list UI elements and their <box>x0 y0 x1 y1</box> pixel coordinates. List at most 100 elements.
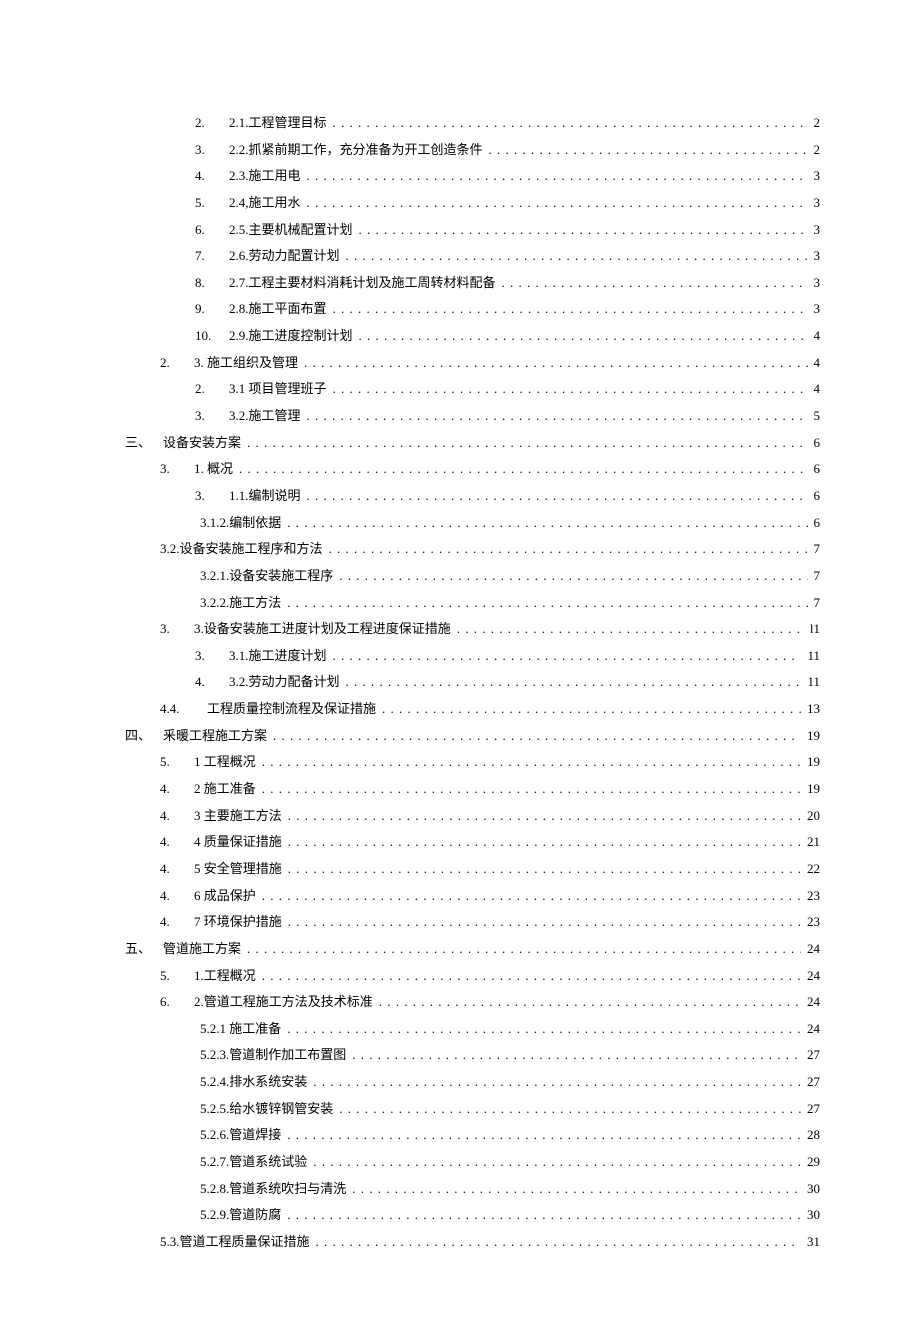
toc-leader-dots <box>359 217 808 244</box>
toc-entry-page: 27 <box>807 1096 820 1123</box>
toc-entry-page: 24 <box>807 936 820 963</box>
toc-entry: 5.1 工程概况19 <box>105 749 820 776</box>
toc-entry: 3.2.2.施工方法7 <box>105 590 820 617</box>
toc-entry-title: 4.4 质量保证措施 <box>160 829 282 856</box>
toc-entry-page: 21 <box>807 829 820 856</box>
toc-leader-dots <box>307 163 808 190</box>
toc-entry-prefix: 10. <box>195 323 217 350</box>
toc-entry: 四、釆暖工程施工方案19 <box>105 723 820 750</box>
toc-leader-dots <box>457 616 804 643</box>
toc-entry-title: 五、管道施工方案 <box>125 936 241 963</box>
toc-entry-page: 23 <box>807 883 820 910</box>
toc-entry-page: 6 <box>814 456 821 483</box>
toc-leader-dots <box>288 909 801 936</box>
toc-entry: 4.2.3.施工用电3 <box>105 163 820 190</box>
toc-entry-page: 19 <box>807 776 820 803</box>
toc-leader-dots <box>313 1069 801 1096</box>
toc-leader-dots <box>339 1096 801 1123</box>
toc-entry-page: 3 <box>814 243 821 270</box>
toc-entry-title: 5.2.6.管道焊接 <box>200 1122 281 1149</box>
toc-leader-dots <box>333 110 808 137</box>
toc-leader-dots <box>502 270 808 297</box>
toc-entry-prefix: 9. <box>195 296 217 323</box>
toc-entry-page: 24 <box>807 989 820 1016</box>
toc-leader-dots <box>262 963 801 990</box>
toc-entry: 5.2.4.排水系统安装27 <box>105 1069 820 1096</box>
toc-leader-dots <box>304 350 807 377</box>
toc-entry-title: 3.2.2.抓紧前期工作，充分准备为开工创造条件 <box>195 137 483 164</box>
toc-entry-page: 5 <box>814 403 821 430</box>
toc-entry-title: 4.4. 工程质量控制流程及保证措施 <box>160 696 376 723</box>
toc-entry-title: 5.1.工程概况 <box>160 963 256 990</box>
toc-entry-prefix: 3. <box>195 403 217 430</box>
toc-leader-dots <box>262 749 801 776</box>
toc-entry-title: 2.3.1 项目管理班子 <box>195 376 327 403</box>
toc-entry-title: 3.3.1.施工进度计划 <box>195 643 327 670</box>
toc-entry: 9.2.8.施工平面布置3 <box>105 296 820 323</box>
toc-entry: 7.2.6.劳动力配置计划 3 <box>105 243 820 270</box>
toc-entry: 4.2 施工准备 19 <box>105 776 820 803</box>
toc-leader-dots <box>287 510 807 537</box>
toc-leader-dots <box>262 776 801 803</box>
toc-entry-title: 7.2.6.劳动力配置计划 <box>195 243 340 270</box>
toc-entry: 5.2.6.管道焊接28 <box>105 1122 820 1149</box>
toc-entry-prefix: 4. <box>160 803 182 830</box>
toc-entry-prefix: 2. <box>195 376 217 403</box>
toc-entry-title: 4.5 安全管理措施 <box>160 856 282 883</box>
toc-entry-page: l1 <box>810 616 820 643</box>
toc-entry-prefix: 4. <box>160 883 182 910</box>
toc-entry-title: 4.2 施工准备 <box>160 776 256 803</box>
toc-entry-page: 2 <box>814 110 821 137</box>
toc-entry: 3.2.2.抓紧前期工作，充分准备为开工创造条件 2 <box>105 137 820 164</box>
toc-entry-title: 3.1.1.编制说明 <box>195 483 301 510</box>
toc-leader-dots <box>379 989 801 1016</box>
toc-entry-page: 2 <box>814 137 821 164</box>
toc-entry-prefix: 4. <box>160 856 182 883</box>
toc-entry-title: 5.2.3.管道制作加工布置图 <box>200 1042 346 1069</box>
toc-entry-prefix: 3. <box>195 483 217 510</box>
toc-entry-prefix: 4. <box>195 669 217 696</box>
toc-leader-dots <box>352 1042 801 1069</box>
toc-entry: 三、设备安装方案6 <box>105 430 820 457</box>
toc-entry-title: 2.3. 施工组织及管理 <box>160 350 298 377</box>
toc-leader-dots <box>273 723 801 750</box>
toc-entry: 3.3.2.施工管理5 <box>105 403 820 430</box>
toc-entry-prefix: 2. <box>160 350 182 377</box>
toc-entry-title: 5.2.1 施工准备 <box>200 1016 281 1043</box>
toc-entry-title: 4.6 成品保护 <box>160 883 256 910</box>
toc-entry: 4.3 主要施工方法20 <box>105 803 820 830</box>
toc-entry-page: 19 <box>807 723 820 750</box>
toc-entry-page: 27 <box>807 1069 820 1096</box>
toc-leader-dots <box>262 883 801 910</box>
toc-entry-page: 7 <box>814 536 821 563</box>
toc-entry-page: 4 <box>814 350 821 377</box>
toc-entry-prefix: 8. <box>195 270 217 297</box>
toc-entry: 8.2.7.工程主要材料消耗计划及施工周转材料配备3 <box>105 270 820 297</box>
toc-leader-dots <box>288 803 801 830</box>
toc-leader-dots <box>307 483 808 510</box>
toc-entry-prefix: 4. <box>160 829 182 856</box>
toc-entry: 10.2.9.施工进度控制计划4 <box>105 323 820 350</box>
toc-entry-title: 三、设备安装方案 <box>125 430 241 457</box>
toc-entry-title: 3.1.2.编制依据 <box>200 510 281 537</box>
toc-leader-dots <box>359 323 808 350</box>
toc-entry-title: 4.2.3.施工用电 <box>195 163 301 190</box>
toc-entry: 2.2.1.工程管理目标 2 <box>105 110 820 137</box>
toc-leader-dots <box>346 669 802 696</box>
toc-entry-title: 2.2.1.工程管理目标 <box>195 110 327 137</box>
toc-entry-page: 19 <box>807 749 820 776</box>
toc-leader-dots <box>333 643 802 670</box>
toc-entry-title: 5.2.5.给水镀锌钢管安装 <box>200 1096 333 1123</box>
toc-entry-title: 10.2.9.施工进度控制计划 <box>195 323 353 350</box>
toc-leader-dots <box>307 403 808 430</box>
toc-entry-title: 3.2.1.设备安装施工程序 <box>200 563 333 590</box>
toc-leader-dots <box>346 243 808 270</box>
toc-leader-dots <box>247 430 807 457</box>
toc-leader-dots <box>333 376 808 403</box>
toc-entry-page: 24 <box>807 1016 820 1043</box>
toc-entry: 5.3.管道工程质量保证措施31 <box>105 1229 820 1256</box>
toc-entry-title: 6.2.5.主要机械配置计划 <box>195 217 353 244</box>
toc-entry: 2.3. 施工组织及管理 4 <box>105 350 820 377</box>
toc-entry-prefix: 5. <box>160 963 182 990</box>
toc-entry: 4.3.2.劳动力配备计划11 <box>105 669 820 696</box>
